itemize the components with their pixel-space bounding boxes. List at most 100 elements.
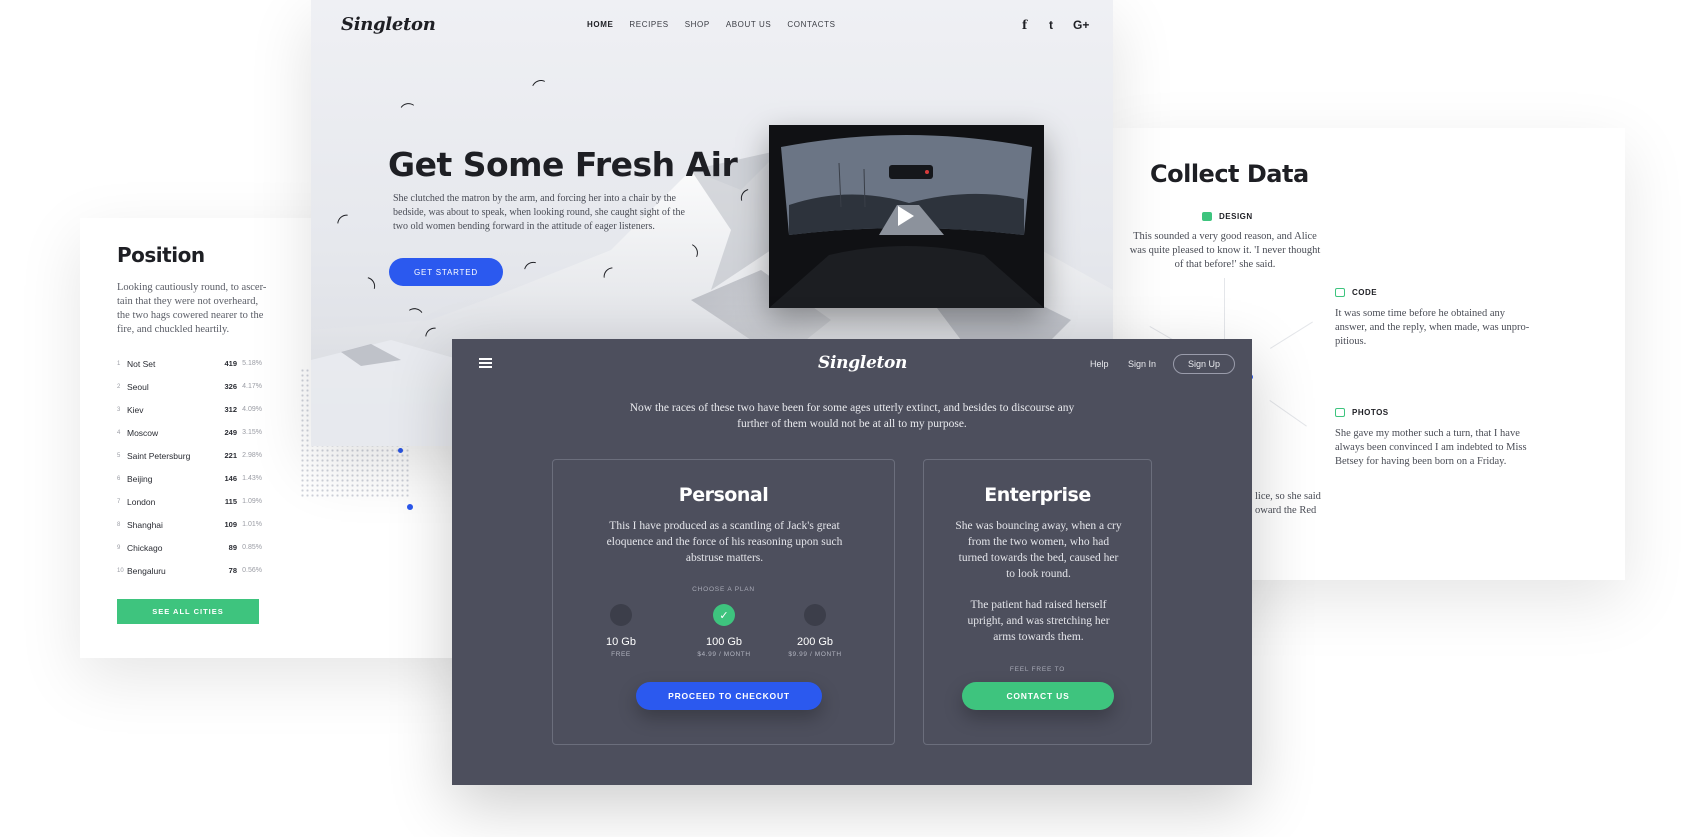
position-title: Position xyxy=(117,243,205,267)
pricing-lead: Now the races of these two have been for… xyxy=(629,402,1075,430)
collect-data-title: Collect Data xyxy=(1150,160,1309,188)
plan-option-200gb[interactable]: 200 Gb $9.99 / MONTH xyxy=(780,604,850,658)
city-percent: 1.09% xyxy=(242,498,262,505)
google-plus-icon[interactable]: G+ xyxy=(1073,18,1089,32)
plan-option-10gb[interactable]: 10 Gb FREE xyxy=(586,604,656,658)
city-count: 146 xyxy=(224,474,237,483)
pricing-logo[interactable]: Singleton xyxy=(818,353,907,373)
city-count: 109 xyxy=(224,520,237,529)
city-percent: 0.85% xyxy=(242,544,262,551)
city-name: London xyxy=(127,496,156,507)
image-icon xyxy=(1335,408,1345,417)
city-list: 1 Not Set 419 5.18% 2 Seoul 326 4.17% 3 Kiev 312… xyxy=(117,352,262,582)
bird-icon: ⌒ xyxy=(399,100,417,120)
city-row: 1 Not Set 419 5.18% xyxy=(117,352,262,375)
enterprise-plan-card: Enterprise She was bouncing away, when a… xyxy=(923,459,1152,745)
help-link[interactable]: Help xyxy=(1090,359,1109,369)
city-row: 2 Seoul 326 4.17% xyxy=(117,375,262,398)
play-icon[interactable] xyxy=(898,206,914,226)
design-label-text: DESIGN xyxy=(1219,212,1253,221)
radio-button-selected[interactable]: ✓ xyxy=(713,604,735,626)
hero-logo[interactable]: Singleton xyxy=(341,14,436,35)
city-row: 10 Bengaluru 78 0.56% xyxy=(117,559,262,582)
city-count: 115 xyxy=(224,497,237,506)
connector-line xyxy=(1270,321,1313,349)
city-percent: 1.43% xyxy=(242,475,262,482)
hero-nav: HOME RECIPES SHOP ABOUT US CONTACTS xyxy=(587,20,852,29)
design-text: This sounded a very good reason, and Ali… xyxy=(1129,231,1321,270)
video-player[interactable] xyxy=(769,125,1044,308)
city-row: 4 Moscow 249 3.15% xyxy=(117,421,262,444)
city-row: 3 Kiev 312 4.09% xyxy=(117,398,262,421)
city-count: 249 xyxy=(224,428,237,437)
position-description: Looking cautiously round, to ascer-tain … xyxy=(117,282,267,335)
city-percent: 0.56% xyxy=(242,567,262,574)
twitter-icon[interactable]: t xyxy=(1049,18,1053,32)
city-name: Shanghai xyxy=(127,519,163,530)
city-percent: 4.17% xyxy=(242,383,262,390)
map-marker xyxy=(398,448,403,453)
option-price: $9.99 / MONTH xyxy=(788,651,842,658)
personal-text: This I have produced as a scantling of J… xyxy=(606,520,843,564)
map-marker xyxy=(407,504,413,510)
check-icon: ✓ xyxy=(719,609,729,622)
hero-text: She clutched the matron by the arm, and … xyxy=(393,193,685,232)
city-rank: 8 xyxy=(117,521,121,528)
feel-free-label: FEEL FREE TO xyxy=(1009,666,1066,673)
option-price: FREE xyxy=(611,651,631,658)
hero-title: Get Some Fresh Air xyxy=(388,145,738,184)
code-label: CODE xyxy=(1335,288,1377,297)
city-rank: 10 xyxy=(117,567,124,574)
nav-shop[interactable]: SHOP xyxy=(685,20,710,29)
proceed-to-checkout-button[interactable]: PROCEED TO CHECKOUT xyxy=(636,682,822,710)
choose-plan-label: CHOOSE A PLAN xyxy=(692,586,755,593)
enterprise-title: Enterprise xyxy=(984,484,1091,506)
plan-option-100gb[interactable]: ✓ 100 Gb $4.99 / MONTH xyxy=(689,604,759,658)
city-rank: 4 xyxy=(117,429,121,436)
city-name: Kiev xyxy=(127,404,144,415)
photos-text: She gave my mother such a turn, that I h… xyxy=(1335,428,1527,467)
sign-up-button[interactable]: Sign Up xyxy=(1173,354,1235,374)
nav-contacts[interactable]: CONTACTS xyxy=(787,20,835,29)
city-count: 89 xyxy=(228,543,237,552)
design-label: DESIGN xyxy=(1202,212,1253,221)
photos-label-text: PHOTOS xyxy=(1352,408,1389,417)
city-percent: 5.18% xyxy=(242,360,262,367)
get-started-button[interactable]: GET STARTED xyxy=(389,258,503,286)
radio-button[interactable] xyxy=(804,604,826,626)
connector-line xyxy=(1224,278,1225,348)
partial-text: lice, so she said oward the Red xyxy=(1255,491,1321,516)
nav-about-us[interactable]: ABOUT US xyxy=(726,20,772,29)
city-name: Seoul xyxy=(127,381,149,392)
city-percent: 1.01% xyxy=(242,521,262,528)
radio-button[interactable] xyxy=(610,604,632,626)
city-rank: 9 xyxy=(117,544,121,551)
nav-home[interactable]: HOME xyxy=(587,20,613,29)
city-name: Chickago xyxy=(127,542,163,553)
city-count: 419 xyxy=(224,359,237,368)
hamburger-menu-icon[interactable] xyxy=(479,358,492,368)
city-count: 312 xyxy=(224,405,237,414)
city-row: 8 Shanghai 109 1.01% xyxy=(117,513,262,536)
city-percent: 2.98% xyxy=(242,452,262,459)
see-all-cities-button[interactable]: SEE ALL CITIES xyxy=(117,599,259,624)
city-count: 221 xyxy=(224,451,237,460)
city-row: 9 Chickago 89 0.85% xyxy=(117,536,262,559)
nav-recipes[interactable]: RECIPES xyxy=(629,20,668,29)
contact-us-button[interactable]: CONTACT US xyxy=(962,682,1114,710)
photos-label: PHOTOS xyxy=(1335,408,1389,417)
pricing-card: Singleton Help Sign In Sign Up Now the r… xyxy=(452,339,1252,785)
personal-plan-card: Personal This I have produced as a scant… xyxy=(552,459,895,745)
city-name: Saint Petersburg xyxy=(127,450,191,461)
enterprise-text-1: She was bouncing away, when a cry from t… xyxy=(955,520,1122,580)
sign-in-link[interactable]: Sign In xyxy=(1128,359,1156,369)
city-rank: 2 xyxy=(117,383,121,390)
city-name: Not Set xyxy=(127,358,156,369)
city-rank: 1 xyxy=(117,360,121,367)
city-rank: 6 xyxy=(117,475,121,482)
bird-icon: ⌒ xyxy=(406,305,424,325)
city-row: 5 Saint Petersburg 221 2.98% xyxy=(117,444,262,467)
facebook-icon[interactable]: f xyxy=(1022,18,1027,32)
showcase-canvas: Position Looking cautiously round, to as… xyxy=(0,0,1704,837)
option-size: 200 Gb xyxy=(796,636,834,648)
